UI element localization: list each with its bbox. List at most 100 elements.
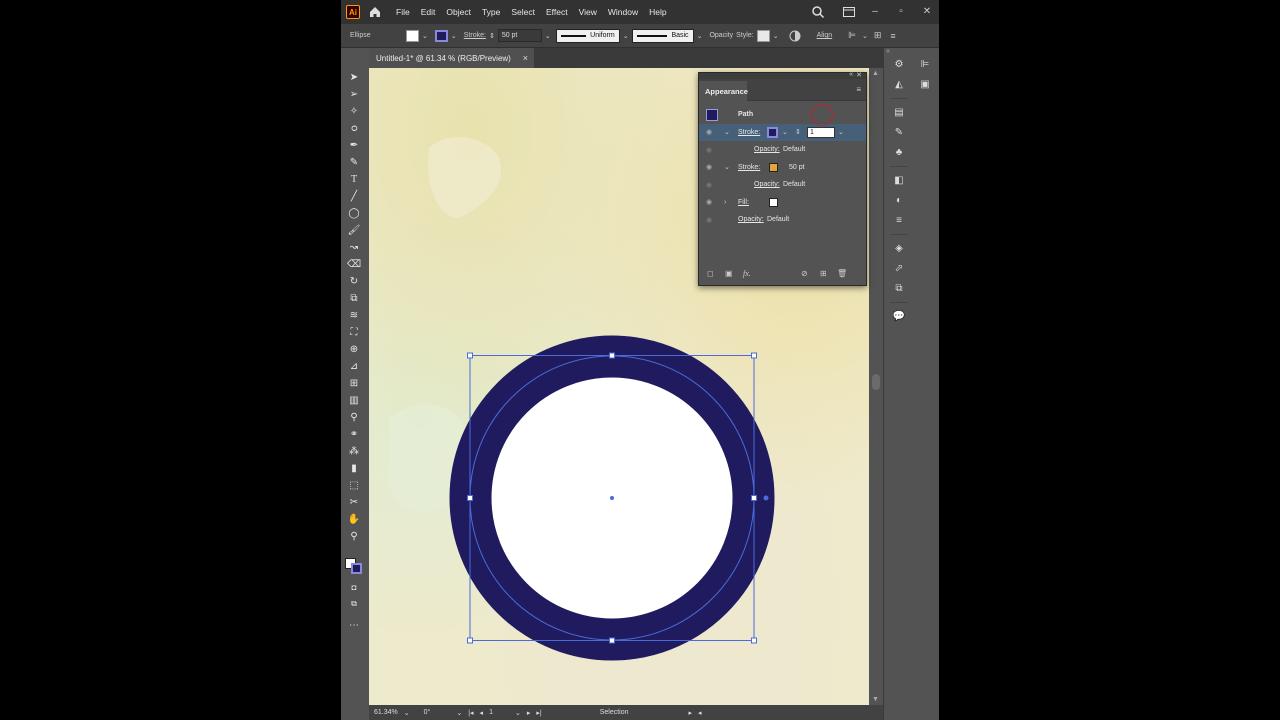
artboard-number[interactable]: 1 bbox=[489, 709, 493, 716]
fx-icon[interactable]: fx. bbox=[743, 269, 751, 278]
eraser-icon[interactable]: ⌫ bbox=[347, 259, 361, 271]
scroll-thumb[interactable] bbox=[872, 374, 880, 390]
mesh-tool-icon[interactable]: ⊞ bbox=[347, 378, 361, 390]
fill-dropdown-icon[interactable]: ⌄ bbox=[422, 32, 428, 40]
align-label[interactable]: Align bbox=[817, 32, 833, 39]
stroke-weight-input[interactable]: 1 bbox=[807, 126, 835, 138]
visibility-eye-icon[interactable]: ◉ bbox=[706, 128, 715, 136]
menu-effect[interactable]: Effect bbox=[546, 7, 568, 17]
stroke-weight-field[interactable]: 50 pt bbox=[497, 29, 542, 42]
more-tools-icon[interactable]: ⋯ bbox=[347, 620, 361, 632]
menu-select[interactable]: Select bbox=[511, 7, 535, 17]
stroke-2-swatch[interactable] bbox=[769, 162, 778, 172]
menu-view[interactable]: View bbox=[579, 7, 597, 17]
first-artboard-icon[interactable]: |◂ bbox=[468, 709, 473, 717]
stroke-weight-dropdown-icon[interactable]: ⌄ bbox=[545, 32, 551, 40]
align-options-icon[interactable]: ⊫ bbox=[848, 30, 856, 41]
path-row[interactable]: Path bbox=[699, 106, 866, 124]
paintbrush-icon[interactable]: 🖌 bbox=[347, 225, 361, 237]
scroll-up-icon[interactable]: ▲ bbox=[872, 70, 879, 77]
stroke-row-2[interactable]: ◉ ⌄ Stroke: 50 pt bbox=[699, 159, 866, 177]
opacity-row-1[interactable]: ◉ Opacity: Default bbox=[699, 141, 866, 159]
panel-menu-icon[interactable]: ≡ bbox=[856, 85, 861, 94]
clear-appearance-icon[interactable]: ⊘ bbox=[801, 269, 808, 278]
home-icon[interactable] bbox=[368, 5, 382, 19]
stroke-weight-dropdown-icon[interactable]: ⌄ bbox=[838, 128, 844, 136]
comments-icon[interactable]: 💬 bbox=[892, 310, 906, 323]
search-icon[interactable] bbox=[811, 5, 825, 19]
fill-label[interactable]: Fill: bbox=[738, 199, 749, 206]
collapse-chevron-icon[interactable]: › bbox=[724, 199, 726, 206]
menu-edit[interactable]: Edit bbox=[421, 7, 436, 17]
brush-definition[interactable]: Basic bbox=[631, 28, 694, 43]
duplicate-item-icon[interactable]: ⊞ bbox=[820, 269, 827, 278]
perspective-grid-icon[interactable]: ⊿ bbox=[347, 361, 361, 373]
curvature-tool-icon[interactable]: ✎ bbox=[347, 157, 361, 169]
selection-tool-icon[interactable]: ➤ bbox=[347, 72, 361, 84]
profile-dropdown-icon[interactable]: ⌄ bbox=[623, 32, 629, 40]
panel-collapse-icon[interactable]: « bbox=[849, 71, 853, 78]
opacity-label[interactable]: Opacity: bbox=[738, 216, 764, 223]
transparency-icon[interactable]: ◐ bbox=[892, 194, 906, 207]
layers-icon[interactable]: ◈ bbox=[892, 242, 906, 255]
align-dropdown-icon[interactable]: ⌄ bbox=[862, 32, 868, 40]
stroke-weight-stepper-icon[interactable]: ⇕ bbox=[795, 128, 801, 136]
fill-swatch[interactable] bbox=[769, 197, 778, 207]
add-stroke-icon[interactable]: ◻ bbox=[707, 269, 714, 278]
pages-icon[interactable]: ▣ bbox=[918, 78, 932, 91]
minimize-icon[interactable]: – bbox=[867, 5, 883, 19]
graph-tool-icon[interactable]: ▮ bbox=[347, 463, 361, 475]
export-icon[interactable]: ⬀ bbox=[892, 262, 906, 275]
menu-help[interactable]: Help bbox=[649, 7, 666, 17]
rotation-dropdown-icon[interactable]: ⌄ bbox=[456, 709, 462, 717]
prev-artboard-icon[interactable]: ◂ bbox=[480, 709, 484, 717]
blend-tool-icon[interactable]: ⚭ bbox=[347, 429, 361, 441]
menu-object[interactable]: Object bbox=[446, 7, 471, 17]
visibility-eye-icon[interactable]: ◉ bbox=[706, 198, 715, 206]
brush-dropdown-icon[interactable]: ⌄ bbox=[697, 32, 703, 40]
last-artboard-icon[interactable]: ▸| bbox=[536, 709, 541, 717]
close-icon[interactable]: ✕ bbox=[919, 5, 935, 19]
transform-icon[interactable]: ⊞ bbox=[874, 30, 882, 41]
stroke-1-swatch[interactable] bbox=[767, 126, 778, 138]
tab-close-icon[interactable]: × bbox=[523, 53, 528, 63]
style-dropdown-icon[interactable]: ⌄ bbox=[773, 32, 779, 40]
stroke-dropdown-icon[interactable]: ⌄ bbox=[451, 32, 457, 40]
stroke-label[interactable]: Stroke: bbox=[738, 164, 760, 171]
shape-builder-icon[interactable]: ⊕ bbox=[347, 344, 361, 356]
stroke-label[interactable]: Stroke: bbox=[738, 129, 760, 136]
libraries-icon[interactable]: ◭ bbox=[892, 78, 906, 91]
align-panel-icon[interactable]: ⊫ bbox=[918, 58, 932, 71]
opacity-row-3[interactable]: ◉ Opacity: Default bbox=[699, 211, 866, 229]
rotate-tool-icon[interactable]: ↻ bbox=[347, 276, 361, 288]
visibility-eye-icon[interactable]: ◉ bbox=[706, 216, 715, 224]
line-tool-icon[interactable]: ╱ bbox=[347, 191, 361, 203]
status-scroll-left-icon[interactable]: ◂ bbox=[698, 709, 702, 717]
shaper-tool-icon[interactable]: ↝ bbox=[347, 242, 361, 254]
opacity-label[interactable]: Opacity bbox=[709, 32, 733, 39]
expand-chevron-icon[interactable]: ⌄ bbox=[724, 163, 730, 171]
image-trace-icon[interactable]: ▤ bbox=[892, 106, 906, 119]
free-transform-icon[interactable]: ⛶ bbox=[347, 327, 361, 339]
tab-appearance[interactable]: Appearance bbox=[699, 81, 748, 101]
fill-row[interactable]: ◉ › Fill: bbox=[699, 194, 866, 212]
maximize-icon[interactable]: ▫ bbox=[893, 5, 909, 19]
fill-swatch[interactable] bbox=[406, 29, 419, 42]
pen-tool-icon[interactable]: ✒ bbox=[347, 140, 361, 152]
zoom-level[interactable]: 61.34% bbox=[374, 709, 398, 716]
ellipse-tool-icon[interactable]: ◯ bbox=[347, 208, 361, 220]
zoom-tool-icon[interactable]: ⚲ bbox=[347, 531, 361, 543]
control-menu-icon[interactable]: ≡ bbox=[890, 31, 895, 41]
stroke-stepper-icon[interactable]: ⇕ bbox=[489, 32, 495, 40]
warp-tool-icon[interactable]: ≋ bbox=[347, 310, 361, 322]
rotation-value[interactable]: 0° bbox=[424, 709, 431, 716]
add-fill-icon[interactable]: ▣ bbox=[725, 269, 733, 278]
properties-icon[interactable]: ⚙ bbox=[892, 58, 906, 71]
stroke-panel-icon[interactable]: ≡ bbox=[892, 214, 906, 227]
visibility-eye-icon[interactable]: ◉ bbox=[706, 163, 715, 171]
artboard-dropdown-icon[interactable]: ⌄ bbox=[515, 709, 521, 717]
opacity-row-2[interactable]: ◉ Opacity: Default bbox=[699, 176, 866, 194]
scale-tool-icon[interactable]: ⧉ bbox=[347, 293, 361, 305]
menu-file[interactable]: File bbox=[396, 7, 410, 17]
magic-wand-icon[interactable]: ✧ bbox=[347, 106, 361, 118]
